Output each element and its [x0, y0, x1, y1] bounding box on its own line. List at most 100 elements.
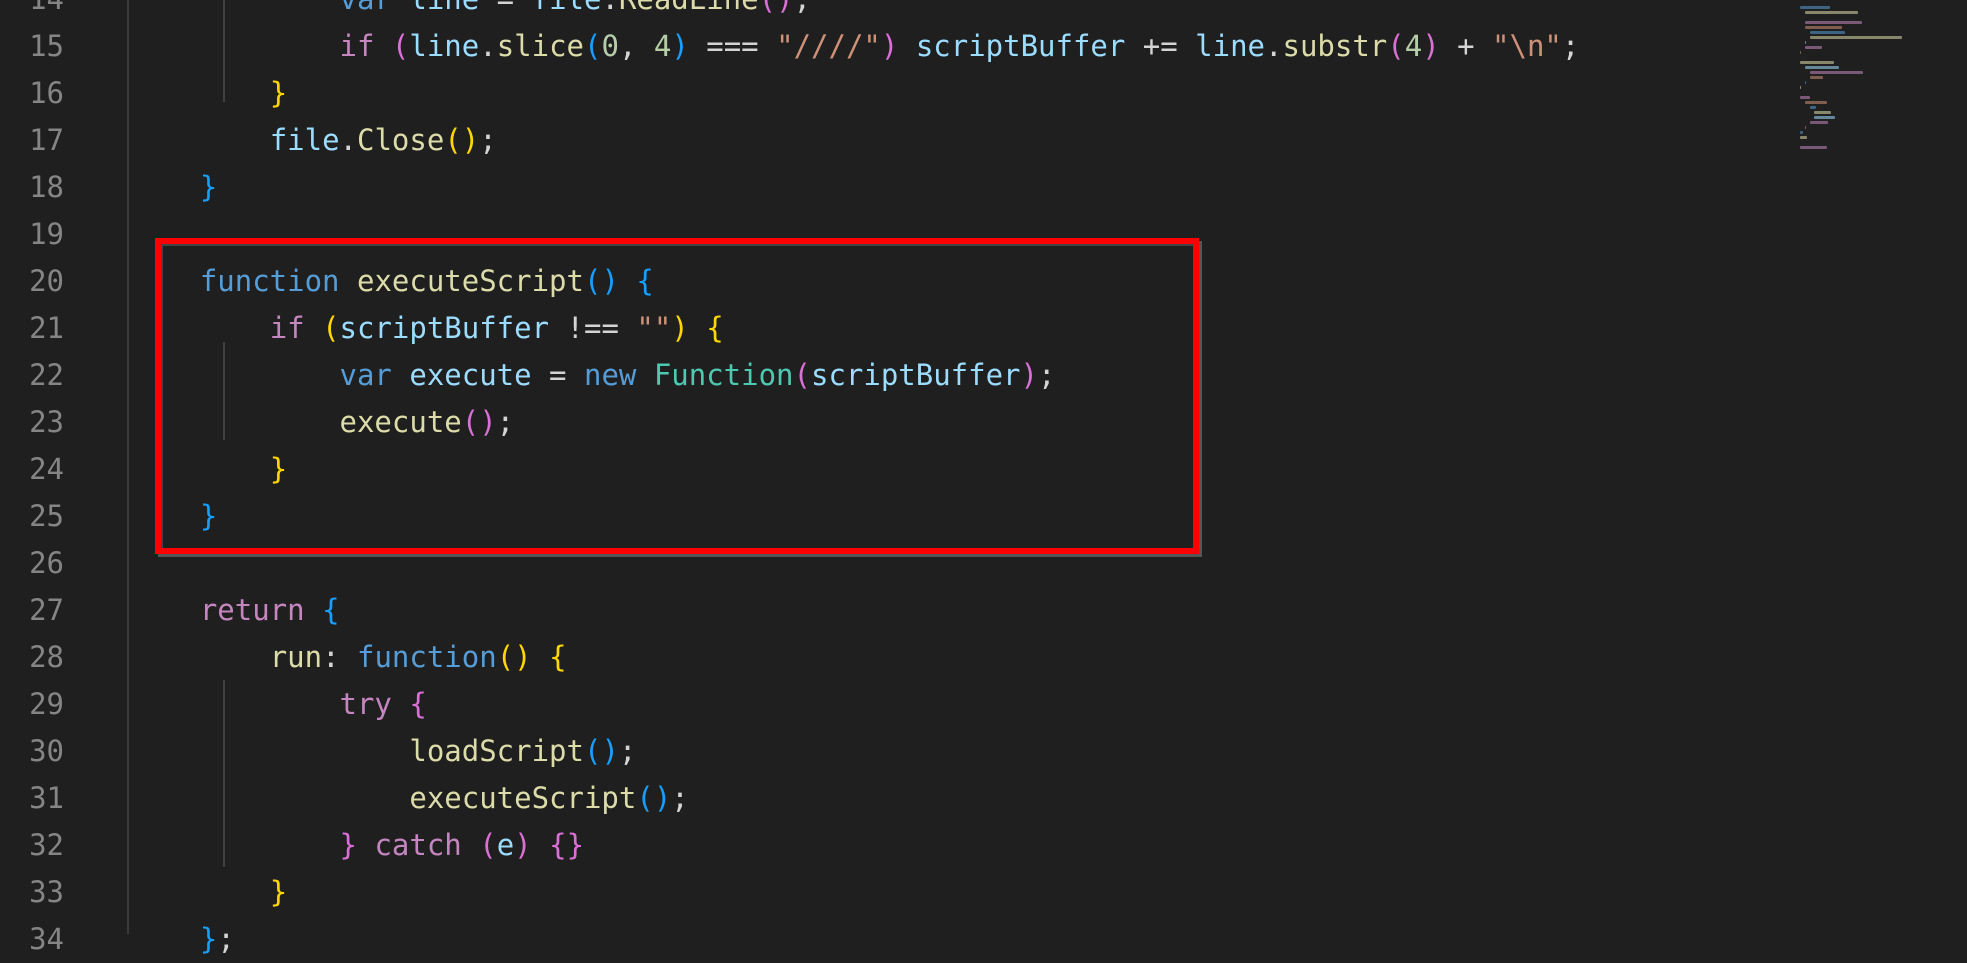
- code-token: ;: [671, 781, 689, 815]
- code-line[interactable]: return {: [130, 587, 340, 634]
- code-token: }: [339, 828, 357, 862]
- gutter-divider: [127, 0, 129, 934]
- code-token: ): [514, 828, 532, 862]
- code-token: !==: [549, 311, 637, 345]
- code-token: ): [880, 29, 899, 63]
- code-token: line: [409, 0, 479, 16]
- minimap-line: [1804, 101, 1827, 104]
- code-token: var: [340, 0, 392, 16]
- minimap-line: [1809, 76, 1823, 79]
- code-line[interactable]: }: [130, 446, 287, 493]
- code-line[interactable]: if (line.slice(0, 4) === "////") scriptB…: [130, 23, 1580, 70]
- code-token: loadScript: [409, 734, 584, 768]
- code-token: (: [391, 29, 410, 63]
- code-token: substr: [1282, 29, 1388, 63]
- code-token: execute: [339, 405, 462, 439]
- line-number: 34: [29, 922, 64, 956]
- line-number: 21: [29, 311, 64, 345]
- code-token: ;: [1561, 29, 1580, 63]
- code-token: }: [269, 452, 288, 486]
- code-token: executeScript: [357, 264, 584, 298]
- code-token: }: [269, 76, 288, 110]
- minimap-line: [1804, 126, 1807, 129]
- line-number: 14: [0, 0, 64, 23]
- minimap-line: [1804, 11, 1859, 14]
- code-editor[interactable]: var line = file.ReadLine(); if (line.sli…: [130, 0, 1787, 956]
- code-token: line: [409, 29, 480, 63]
- code-line[interactable]: executeScript();: [130, 775, 689, 822]
- code-line[interactable]: try {: [130, 681, 427, 728]
- minimap-line: [1800, 61, 1834, 64]
- code-token: scriptBuffer: [915, 29, 1126, 63]
- code-token: .: [339, 123, 357, 157]
- code-line[interactable]: };: [130, 916, 235, 963]
- line-number: 17: [29, 123, 64, 157]
- code-token: =: [531, 358, 584, 392]
- code-line[interactable]: }: [130, 869, 287, 916]
- code-token: }: [269, 875, 288, 909]
- code-token: (: [636, 781, 654, 815]
- code-line[interactable]: file.Close();: [130, 117, 497, 164]
- code-token: slice: [496, 29, 584, 63]
- code-line[interactable]: } catch (e) {}: [130, 822, 585, 869]
- code-token: {: [409, 687, 427, 721]
- code-token: file: [532, 0, 602, 16]
- code-token: ): [1020, 358, 1038, 392]
- code-line[interactable]: run: function() {: [130, 634, 567, 681]
- code-token: return: [199, 593, 305, 627]
- code-line[interactable]: var execute = new Function(scriptBuffer)…: [130, 352, 1056, 399]
- code-token: ): [776, 0, 793, 16]
- minimap-line: [1800, 131, 1803, 134]
- code-line[interactable]: function executeScript() {: [130, 258, 654, 305]
- code-token: ): [671, 311, 689, 345]
- code-token: 4: [653, 29, 672, 63]
- minimap-line: [1809, 106, 1817, 109]
- minimap-line: [1800, 96, 1811, 99]
- code-token: (: [584, 29, 602, 63]
- code-token: "\n": [1492, 29, 1562, 63]
- minimap-line: [1800, 146, 1828, 149]
- code-line[interactable]: var line = file.ReadLine();: [130, 0, 812, 23]
- minimap-line: [1809, 31, 1845, 34]
- code-token: (: [583, 734, 602, 768]
- code-line[interactable]: if (scriptBuffer !== "") {: [130, 305, 724, 352]
- code-token: {: [549, 640, 567, 674]
- line-number: 30: [29, 734, 64, 768]
- code-token: Function: [653, 358, 794, 392]
- code-line[interactable]: execute();: [130, 399, 515, 446]
- code-token: execute: [409, 358, 532, 392]
- code-token: (: [793, 358, 811, 392]
- code-line[interactable]: loadScript();: [130, 728, 636, 775]
- code-token: +: [1439, 29, 1493, 63]
- code-token: file: [269, 123, 340, 157]
- line-number: 22: [29, 358, 64, 392]
- code-token: (: [1387, 29, 1405, 63]
- code-token: scriptBuffer: [811, 358, 1021, 392]
- line-number: 16: [29, 76, 64, 110]
- code-token: catch: [374, 828, 462, 862]
- code-line[interactable]: }: [130, 493, 217, 540]
- code-line[interactable]: }: [130, 164, 217, 211]
- minimap[interactable]: [1780, 0, 1967, 934]
- code-token: ,: [618, 29, 654, 63]
- code-token: }: [199, 170, 218, 204]
- code-token: line: [1195, 29, 1266, 63]
- code-token: function: [357, 640, 497, 674]
- code-line[interactable]: }: [130, 70, 287, 117]
- code-token: +=: [1125, 29, 1196, 63]
- line-number: 20: [29, 264, 64, 298]
